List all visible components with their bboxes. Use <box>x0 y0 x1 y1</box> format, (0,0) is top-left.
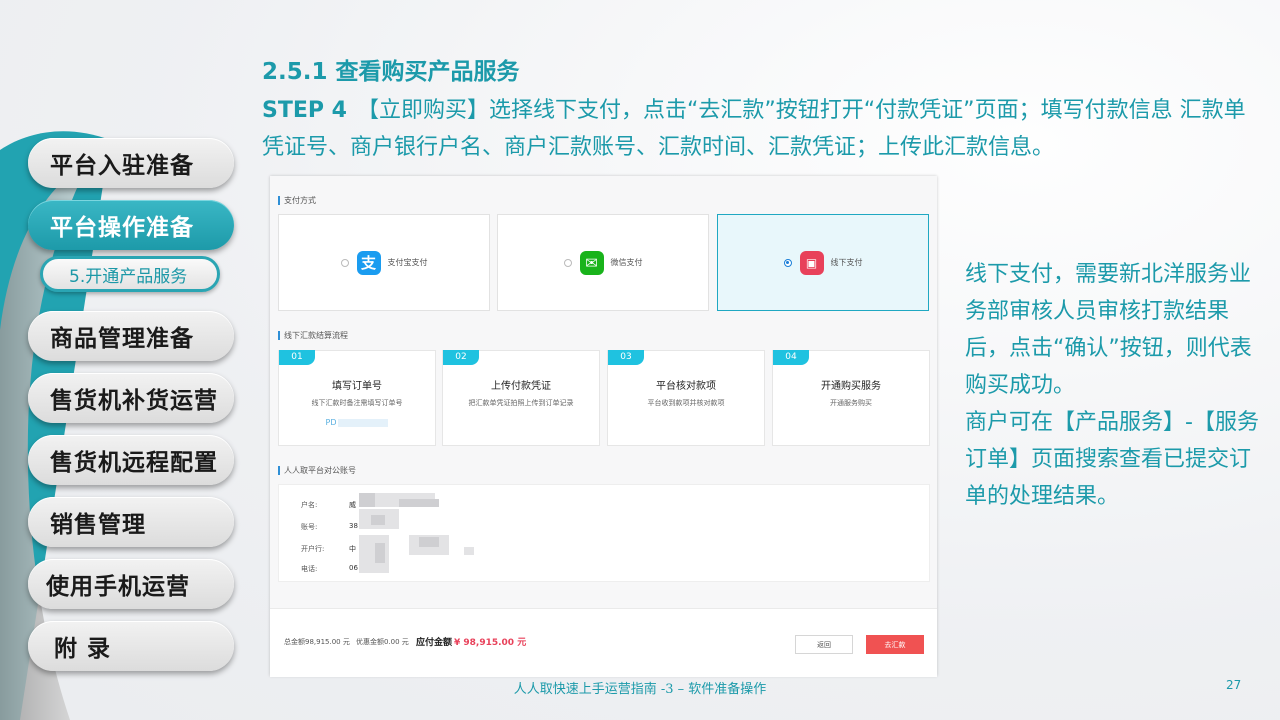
redacted-block <box>464 547 474 555</box>
step-badge: 01 <box>279 350 315 365</box>
nav-label: 售货机远程配置 <box>50 450 218 476</box>
account-value: 威 <box>349 501 356 509</box>
explanation-paragraph: 线下支付，需要新北洋服务业务部审核人员审核打款结果后，点击“确认”按钮，则代表购… <box>965 262 1252 398</box>
nav-label: 附 录 <box>54 636 112 662</box>
order-number-prefix: PD <box>279 418 435 427</box>
pay-option-label: 线下支付 <box>830 258 863 267</box>
redacted-block <box>338 418 389 427</box>
nav-sales-management[interactable]: 销售管理 <box>28 497 234 547</box>
account-label: 开户行: <box>301 545 325 553</box>
step-number: STEP 4 <box>262 98 347 123</box>
flow-step-desc: 平台收到款项并核对款项 <box>647 399 725 407</box>
account-value: 38 <box>349 522 358 530</box>
page-number: 27 <box>1226 678 1242 692</box>
pay-option-alipay[interactable]: 支 支付宝支付 <box>278 214 490 311</box>
payable-amount: ¥ 98,915.00 元 <box>454 638 527 648</box>
wechat-icon: ✉ <box>579 250 604 275</box>
account-section-label: 人人取平台对公账号 <box>278 466 356 475</box>
flow-step-title: 填写订单号 <box>332 381 382 392</box>
step-badge: 04 <box>773 350 809 365</box>
nav-mobile-operation[interactable]: 使用手机运营 <box>28 559 234 609</box>
nav-label: 平台操作准备 <box>50 215 194 241</box>
pay-option-label: 支付宝支付 <box>387 258 428 267</box>
redacted-block <box>359 493 375 507</box>
nav-sub-label: 5.开通产品服务 <box>69 266 188 287</box>
back-button[interactable]: 返回 <box>795 635 853 654</box>
payment-screenshot: 支付方式 支 支付宝支付 ✉ 微信支付 ▣ 线下支付 线下汇款结算流程 01 填… <box>270 176 937 677</box>
pay-option-offline[interactable]: ▣ 线下支付 <box>717 214 929 311</box>
explanation-text: 线下支付，需要新北洋服务业务部审核人员审核打款结果后，点击“确认”按钮，则代表购… <box>965 256 1265 515</box>
discount-amount: 优惠金额0.00 元 <box>356 638 409 646</box>
nav-platform-operation[interactable]: 平台操作准备 <box>28 200 234 250</box>
nav-remote-config[interactable]: 售货机远程配置 <box>28 435 234 485</box>
nav-label: 商品管理准备 <box>50 326 194 352</box>
step-badge: 03 <box>608 350 644 365</box>
account-info-box: 户名: 威 账号: 38 开户行: 中 电话: 06 <box>278 484 930 582</box>
redacted-block <box>399 499 439 507</box>
flow-step-desc: 开通服务购买 <box>830 399 872 407</box>
flow-step-card: 03 平台核对款项 平台收到款项并核对款项 <box>607 350 765 446</box>
account-value: 06 <box>349 564 358 572</box>
total-amount: 总金额98,915.00 元 <box>284 638 350 646</box>
step-text: 【立即购买】选择线下支付，点击“去汇款”按钮打开“付款凭证”页面；填写付款信息 … <box>262 98 1246 160</box>
remit-button[interactable]: 去汇款 <box>866 635 924 654</box>
pay-section-label: 支付方式 <box>278 196 316 205</box>
redacted-block <box>419 537 439 547</box>
nav-appendix[interactable]: 附 录 <box>28 621 234 671</box>
nav-label: 使用手机运营 <box>46 574 190 600</box>
flow-section-label: 线下汇款结算流程 <box>278 331 348 340</box>
nav-platform-onboarding[interactable]: 平台入驻准备 <box>28 138 234 188</box>
radio-icon[interactable] <box>563 258 572 267</box>
nav-restock-operation[interactable]: 售货机补货运营 <box>28 373 234 423</box>
nav-label: 售货机补货运营 <box>50 388 218 414</box>
flow-step-card: 01 填写订单号 线下汇款时备注需填写订单号 PD <box>278 350 436 446</box>
step-badge: 02 <box>443 350 479 365</box>
flow-step-title: 平台核对款项 <box>656 381 716 392</box>
flow-step-card: 02 上传付款凭证 把汇款单凭证拍照上传到订单记录 <box>442 350 600 446</box>
wallet-icon: ▣ <box>799 250 824 275</box>
pay-option-wechat[interactable]: ✉ 微信支付 <box>497 214 709 311</box>
order-summary-bar: 总金额98,915.00 元 优惠金额0.00 元 应付金额 ¥ 98,915.… <box>270 608 937 677</box>
account-label: 电话: <box>301 565 318 573</box>
payable-label: 应付金额 <box>416 638 453 648</box>
radio-icon[interactable] <box>340 258 349 267</box>
section-title: 2.5.1 查看购买产品服务 <box>262 59 520 85</box>
flow-step-desc: 线下汇款时备注需填写订单号 <box>311 399 403 407</box>
redacted-block <box>375 543 385 563</box>
account-value: 中 <box>349 545 356 553</box>
order-prefix: PD <box>325 418 337 427</box>
flow-step-desc: 把汇款单凭证拍照上传到订单记录 <box>468 399 574 407</box>
account-label: 户名: <box>301 501 318 509</box>
flow-step-title: 开通购买服务 <box>821 381 881 392</box>
nav-product-management[interactable]: 商品管理准备 <box>28 311 234 361</box>
nav-sub-open-product-service[interactable]: 5.开通产品服务 <box>40 256 220 292</box>
nav-label: 平台入驻准备 <box>50 153 194 179</box>
sidebar: 平台入驻准备 平台操作准备 5.开通产品服务 商品管理准备 售货机补货运营 售货… <box>0 0 260 720</box>
radio-selected-icon[interactable] <box>783 258 792 267</box>
explanation-paragraph: 商户可在【产品服务】-【服务订单】页面搜索查看已提交订单的处理结果。 <box>965 410 1259 509</box>
flow-step-title: 上传付款凭证 <box>491 381 551 392</box>
pay-option-label: 微信支付 <box>610 258 643 267</box>
account-label: 账号: <box>301 523 318 531</box>
redacted-block <box>371 515 385 525</box>
step-description: STEP 4 【立即购买】选择线下支付，点击“去汇款”按钮打开“付款凭证”页面；填… <box>262 92 1262 166</box>
footer-text: 人人取快速上手运营指南 -3 – 软件准备操作 <box>513 682 767 697</box>
flow-step-card: 04 开通购买服务 开通服务购买 <box>772 350 930 446</box>
alipay-icon: 支 <box>356 250 381 275</box>
nav-label: 销售管理 <box>50 512 146 538</box>
